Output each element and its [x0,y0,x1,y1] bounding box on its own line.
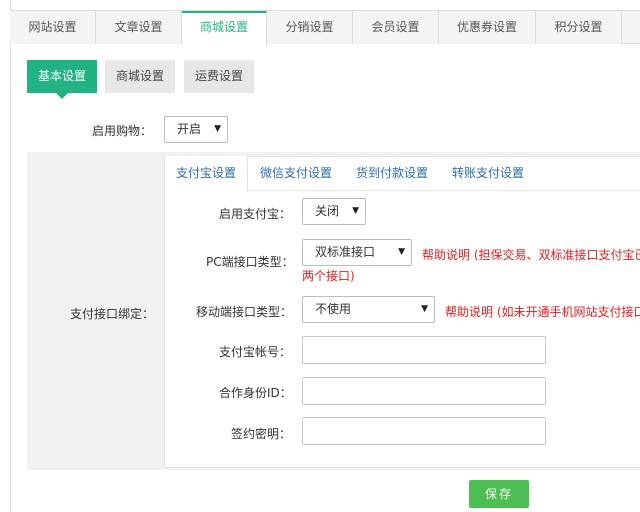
subtab-mall-settings[interactable]: 商城设置 [105,60,175,93]
chevron-down-icon: ▼ [421,304,428,314]
tab-mall-settings[interactable]: 商城设置 [182,11,267,45]
tab-wechat-pay-settings[interactable]: 微信支付设置 [252,156,340,191]
pc-interface-type-select[interactable]: 双标准接口 ▼ [302,239,412,266]
enable-shopping-label: 启用购物： [92,124,153,138]
mobile-interface-type-select[interactable]: 不使用 ▼ [302,296,435,323]
chevron-down-icon: ▼ [214,124,221,134]
top-tab-bar: 网站设置 文章设置 商城设置 分销设置 会员设置 优惠券设置 积分设置 [10,10,640,45]
subtab-basic-settings[interactable]: 基本设置 [27,60,97,93]
enable-shopping-select[interactable]: 开启 ▼ [164,116,228,143]
pc-interface-type-value: 双标准接口 [315,245,376,259]
tab-member-settings[interactable]: 会员设置 [353,11,439,44]
enable-shopping-value: 开启 [177,122,202,136]
sign-key-input[interactable] [302,417,546,445]
mobile-interface-type-value: 不使用 [315,302,352,316]
alipay-enable-label: 启用支付宝： [219,207,292,221]
save-button[interactable]: 保存 [469,480,529,508]
pc-help-text-continued: 两个接口) [302,269,355,283]
tab-coupon-settings[interactable]: 优惠券设置 [439,11,536,44]
tab-transfer-pay-settings[interactable]: 转账支付设置 [444,156,532,191]
tab-distribution-settings[interactable]: 分销设置 [267,11,353,44]
alipay-account-input[interactable] [302,336,546,364]
tab-cod-settings[interactable]: 货到付款设置 [348,156,436,191]
subtab-shipping-settings[interactable]: 运费设置 [184,60,254,93]
tab-alipay-settings[interactable]: 支付宝设置 [164,156,248,192]
chevron-down-icon: ▼ [352,206,359,216]
sign-key-label: 签约密明： [231,427,292,441]
tab-article-settings[interactable]: 文章设置 [96,11,182,44]
partner-id-input[interactable] [302,377,546,405]
tab-points-settings[interactable]: 积分设置 [536,11,622,44]
active-subtab-arrow [56,93,68,99]
mobile-interface-type-label: 移动端接口类型： [196,305,293,319]
pc-interface-type-label: PC端接口类型： [206,255,294,269]
alipay-enable-select[interactable]: 关闭 ▼ [302,198,366,225]
pc-help-text: 帮助说明 (担保交易、双标准接口支付宝已停 [422,248,640,262]
payment-binding-label: 支付接口绑定： [70,307,155,321]
tab-website-settings[interactable]: 网站设置 [10,11,96,44]
partner-id-label: 合作身份ID： [219,386,292,400]
mobile-help-text: 帮助说明 (如未开通手机网站支付接口 [445,305,640,319]
chevron-down-icon: ▼ [398,247,405,257]
alipay-account-label: 支付宝帐号： [219,345,292,359]
payment-tab-bar: 支付宝设置 微信支付设置 货到付款设置 转账支付设置 [164,156,640,192]
alipay-enable-value: 关闭 [315,204,340,218]
